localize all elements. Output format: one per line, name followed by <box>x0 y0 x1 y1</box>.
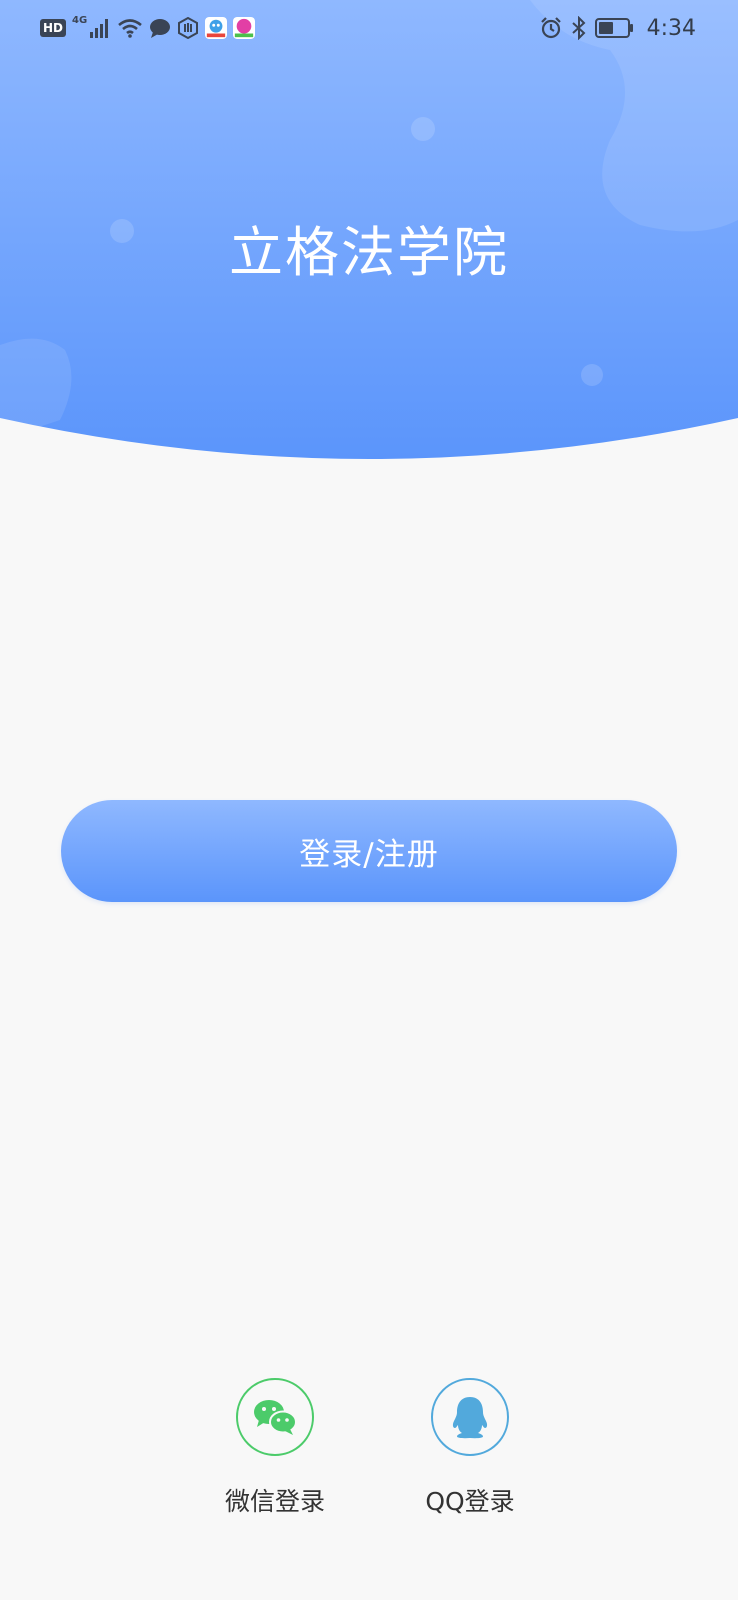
wechat-login-label: 微信登录 <box>224 1487 325 1516</box>
app-badge-icon <box>233 17 256 39</box>
header-banner: 立格法学院 <box>0 0 738 470</box>
qq-login-label: QQ登录 <box>425 1487 515 1516</box>
qq-login[interactable]: QQ登录 <box>405 1378 535 1518</box>
network-type-label: 4G <box>72 15 88 26</box>
alarm-icon <box>540 17 561 39</box>
qq-login-button[interactable] <box>431 1378 509 1456</box>
hand-icon <box>178 17 199 39</box>
wechat-login-button[interactable] <box>236 1378 314 1456</box>
wechat-icon <box>254 1400 297 1435</box>
message-icon <box>150 19 171 38</box>
bluetooth-icon <box>571 16 586 40</box>
battery-icon <box>594 18 633 38</box>
status-bar-left: HD 4G <box>40 14 256 42</box>
login-register-button[interactable]: 登录/注册 <box>61 800 677 902</box>
status-time: 4:34 <box>646 15 696 41</box>
login-screen: 立格法学院 HD 4G 4:34 登录/注册 微信登录 QQ登录 <box>0 0 738 1600</box>
status-bar: HD 4G 4:34 <box>0 0 738 56</box>
hd-icon: HD <box>40 19 67 37</box>
status-bar-right: 4:34 <box>539 14 696 42</box>
wifi-icon <box>118 19 143 38</box>
app-title: 立格法学院 <box>229 221 509 284</box>
wechat-login[interactable]: 微信登录 <box>210 1378 340 1518</box>
signal-icon <box>90 19 109 38</box>
app-badge-icon <box>205 17 228 39</box>
qq-icon <box>452 1397 488 1439</box>
